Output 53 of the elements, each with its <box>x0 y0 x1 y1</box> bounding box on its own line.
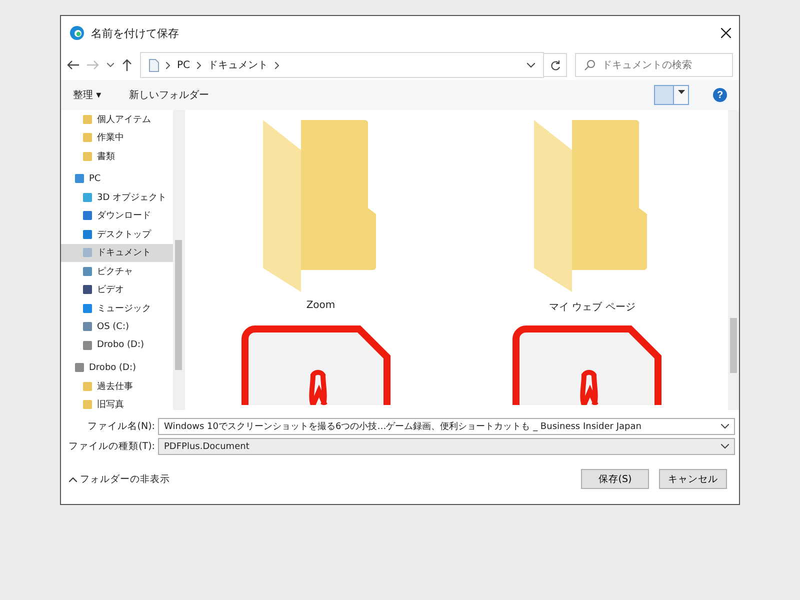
hide-folders-toggle[interactable]: フォルダーの非表示 <box>69 472 170 486</box>
sidebar-item[interactable]: デスクトップ <box>61 225 173 244</box>
sidebar-item[interactable]: 過去仕事 <box>61 377 173 396</box>
chevron-right-icon <box>197 62 202 68</box>
sidebar-item[interactable]: PC <box>61 170 173 188</box>
caret-down-icon <box>678 90 684 94</box>
refresh-icon <box>550 60 560 70</box>
new-folder-button[interactable]: 新しいフォルダー <box>129 88 210 102</box>
chevron-down-icon[interactable] <box>527 62 535 68</box>
help-button[interactable]: ? <box>713 88 727 102</box>
scrollbar[interactable] <box>728 110 739 410</box>
chevron-down-icon <box>721 444 729 449</box>
sidebar-item[interactable]: 3D オブジェクト <box>61 188 173 206</box>
address-bar[interactable]: PC ドキュメント <box>140 52 544 78</box>
refresh-button[interactable] <box>543 53 567 77</box>
pdf-file-icon[interactable] <box>240 325 391 405</box>
sidebar-item[interactable]: Drobo (D:) <box>61 336 173 354</box>
view-button[interactable] <box>654 85 689 105</box>
cancel-button[interactable]: キャンセル <box>659 469 727 489</box>
chevron-right-icon <box>166 62 170 68</box>
chevron-up-icon <box>69 476 77 482</box>
window-title: 名前を付けて保存 <box>91 26 179 40</box>
sidebar-item[interactable]: 旧写真 <box>61 396 173 410</box>
sidebar-item[interactable]: 個人アイテム <box>61 110 173 128</box>
sidebar-item[interactable]: OS (C:) <box>61 318 173 336</box>
organize-menu[interactable]: 整理 ▾ <box>73 88 102 102</box>
sidebar-item[interactable]: 書類 <box>61 147 173 166</box>
sidebar-item[interactable]: ビデオ <box>61 280 173 299</box>
back-arrow-icon[interactable] <box>67 60 79 70</box>
save-button[interactable]: 保存(S) <box>581 469 649 489</box>
search-field[interactable]: ドキュメントの検索 <box>575 53 733 77</box>
chevron-down-icon <box>721 424 729 429</box>
chevron-right-icon <box>275 62 280 68</box>
file-name: マイ ウェブ ページ <box>549 300 636 314</box>
chevron-down-icon[interactable] <box>107 63 114 67</box>
filename-label: ファイル名(N): <box>86 420 155 433</box>
file-type-dropdown[interactable]: PDFPlus.Document <box>158 438 735 455</box>
pdf-file-icon[interactable] <box>512 325 662 405</box>
filename-field[interactable]: Windows 10でスクリーンショットを撮る6つの小技…ゲーム録画、便利ショートカットも _ Business Insider Japan <box>158 418 735 435</box>
breadcrumb[interactable]: ドキュメント <box>208 58 268 72</box>
close-icon[interactable] <box>721 28 731 38</box>
sidebar-item[interactable]: ドキュメント <box>61 244 173 262</box>
sidebar-item[interactable]: Drobo (D:) <box>61 358 173 377</box>
sidebar-item[interactable]: ピクチャ <box>61 262 173 280</box>
scrollbar[interactable] <box>173 110 184 410</box>
sidebar-item[interactable]: 作業中 <box>61 128 173 147</box>
sidebar-item[interactable]: ミュージック <box>61 299 173 318</box>
file-type-label: ファイルの種類(T): <box>68 440 155 453</box>
breadcrumb[interactable]: PC <box>177 60 190 70</box>
sidebar-item[interactable]: ダウンロード <box>61 206 173 225</box>
file-name: Zoom <box>306 300 336 311</box>
up-arrow-icon[interactable] <box>122 59 132 71</box>
browser-logo-icon <box>69 25 85 41</box>
